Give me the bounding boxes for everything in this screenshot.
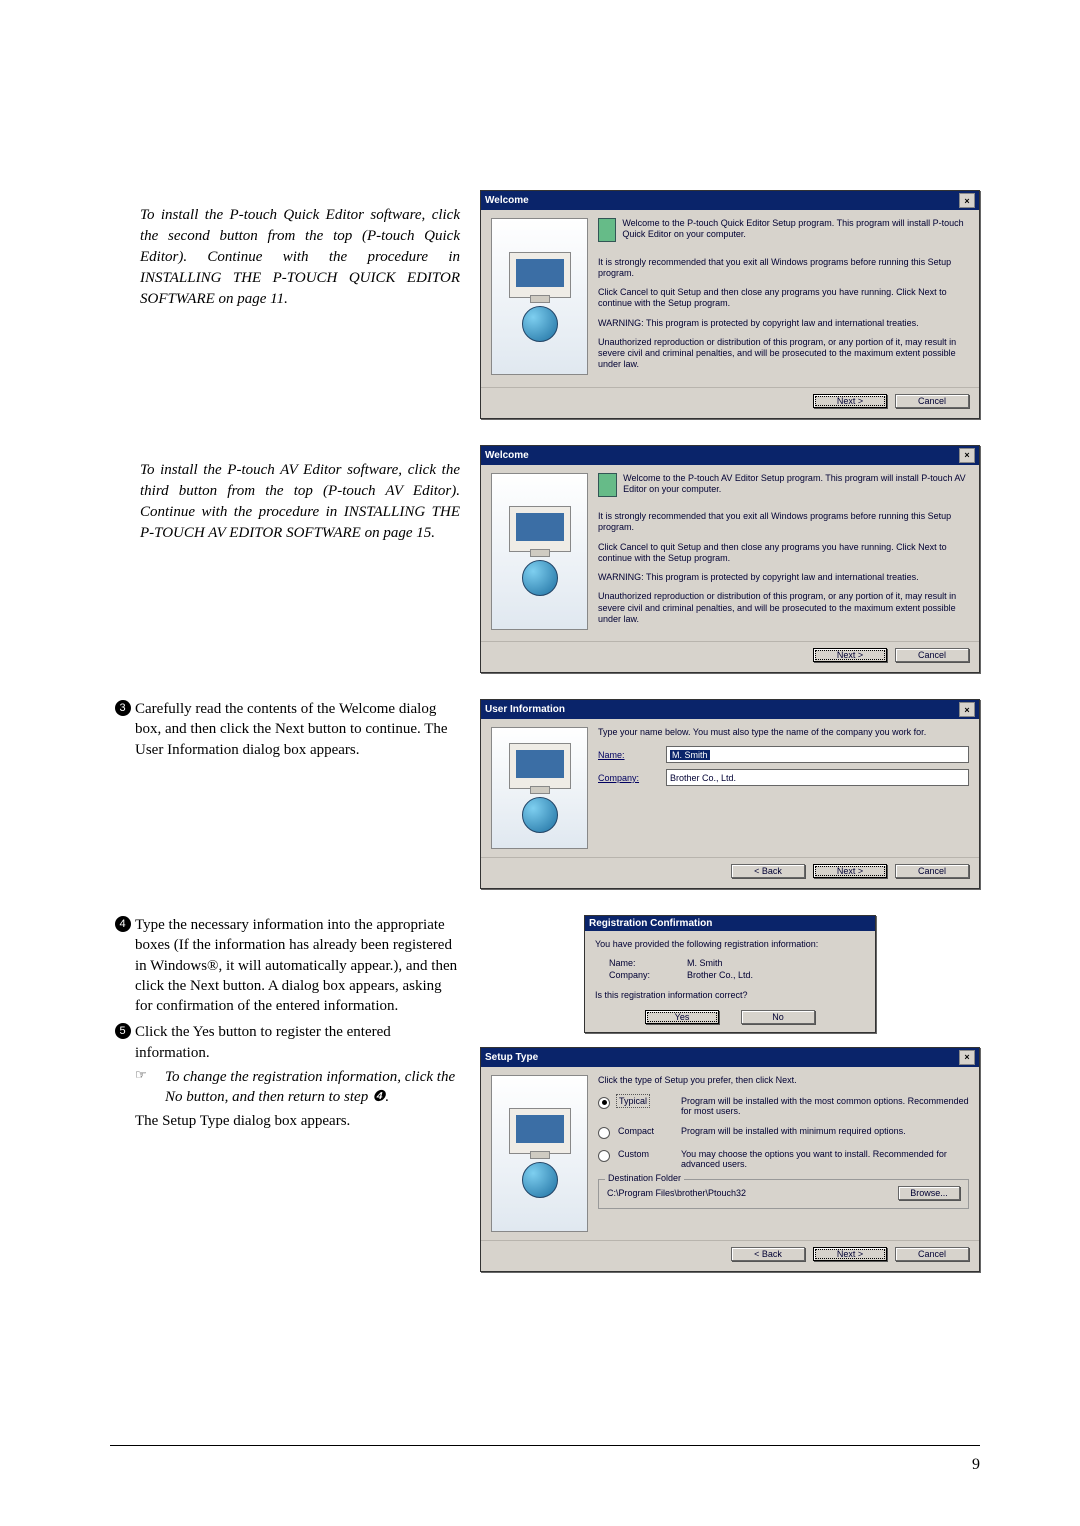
yes-button[interactable]: Yes xyxy=(645,1010,719,1024)
name-label: Name: xyxy=(598,750,658,760)
page-number: 9 xyxy=(972,1456,980,1474)
wizard-art xyxy=(491,727,588,849)
destination-folder-title: Destination Folder xyxy=(605,1173,684,1183)
close-icon[interactable]: × xyxy=(959,702,975,717)
destination-path: C:\Program Files\brother\Ptouch32 xyxy=(607,1188,746,1198)
radio-compact-desc: Program will be installed with minimum r… xyxy=(681,1126,969,1136)
radio-typical-label[interactable]: Typical xyxy=(618,1096,648,1106)
welcome-recommend: It is strongly recommended that you exit… xyxy=(598,511,969,534)
regconf-company-value: Brother Co., Ltd. xyxy=(687,970,753,980)
dialog-registration-confirmation: Registration Confirmation You have provi… xyxy=(584,915,876,1033)
step-3-text: Carefully read the contents of the Welco… xyxy=(135,699,460,760)
welcome-legal: Unauthorized reproduction or distributio… xyxy=(598,591,969,625)
welcome-cancel-hint: Click Cancel to quit Setup and then clos… xyxy=(598,542,969,565)
dialog-title: Welcome xyxy=(485,450,529,461)
no-button[interactable]: No xyxy=(741,1010,815,1024)
note-icon: ☞ xyxy=(135,1067,165,1108)
welcome-cancel-hint: Click Cancel to quit Setup and then clos… xyxy=(598,287,969,310)
radio-compact[interactable] xyxy=(598,1127,610,1139)
cancel-button[interactable]: Cancel xyxy=(895,1247,969,1261)
next-button[interactable]: Next > xyxy=(813,648,887,662)
radio-compact-label[interactable]: Compact xyxy=(618,1126,673,1136)
footer-rule xyxy=(110,1445,980,1446)
close-icon[interactable]: × xyxy=(959,1050,975,1065)
back-button[interactable]: < Back xyxy=(731,864,805,878)
welcome-warning: WARNING: This program is protected by co… xyxy=(598,572,969,583)
cancel-button[interactable]: Cancel xyxy=(895,394,969,408)
step-5-note: To change the registration information, … xyxy=(165,1067,460,1108)
regconf-name-label: Name: xyxy=(595,958,679,968)
dialog-title: User Information xyxy=(485,704,565,715)
setup-prompt: Click the type of Setup you prefer, then… xyxy=(598,1075,969,1086)
close-icon[interactable]: × xyxy=(959,448,975,463)
step-4-text: Type the necessary information into the … xyxy=(135,915,460,1016)
name-field[interactable]: M. Smith xyxy=(666,746,969,763)
regconf-question: Is this registration information correct… xyxy=(595,990,865,1001)
step-5-text: Click the Yes button to register the ent… xyxy=(135,1022,460,1063)
regconf-company-label: Company: xyxy=(595,970,679,980)
dialog-title: Registration Confirmation xyxy=(589,918,712,929)
welcome-recommend: It is strongly recommended that you exit… xyxy=(598,257,969,280)
regconf-line1: You have provided the following registra… xyxy=(595,939,865,950)
dialog-welcome-quick-editor: Welcome × Welcome to the P-touch Quick E… xyxy=(480,190,980,419)
next-button[interactable]: Next > xyxy=(813,864,887,878)
browse-button[interactable]: Browse... xyxy=(898,1186,960,1200)
regconf-name-value: M. Smith xyxy=(687,958,723,968)
next-button[interactable]: Next > xyxy=(813,394,887,408)
cancel-button[interactable]: Cancel xyxy=(895,864,969,878)
cancel-button[interactable]: Cancel xyxy=(895,648,969,662)
dialog-user-information: User Information × Type your name below.… xyxy=(480,699,980,889)
welcome-intro: Welcome to the P-touch AV Editor Setup p… xyxy=(623,473,969,496)
wizard-art xyxy=(491,473,588,630)
dialog-title: Setup Type xyxy=(485,1052,538,1063)
app-icon xyxy=(598,218,616,242)
destination-folder-group: Destination Folder C:\Program Files\brot… xyxy=(598,1179,969,1209)
radio-custom-label[interactable]: Custom xyxy=(618,1149,673,1159)
welcome-warning: WARNING: This program is protected by co… xyxy=(598,318,969,329)
radio-custom-desc: You may choose the options you want to i… xyxy=(681,1149,969,1169)
step-bullet-3: 3 xyxy=(110,699,135,717)
company-label: Company: xyxy=(598,773,658,783)
radio-typical[interactable] xyxy=(598,1097,610,1109)
company-field[interactable]: Brother Co., Ltd. xyxy=(666,769,969,786)
close-icon[interactable]: × xyxy=(959,193,975,208)
radio-custom[interactable] xyxy=(598,1150,610,1162)
welcome-intro: Welcome to the P-touch Quick Editor Setu… xyxy=(622,218,969,241)
step-5-after: The Setup Type dialog box appears. xyxy=(135,1111,460,1131)
step-bullet-4: 4 xyxy=(110,915,135,933)
wizard-art xyxy=(491,218,588,375)
av-editor-note: To install the P-touch AV Editor softwar… xyxy=(140,460,460,544)
dialog-welcome-av-editor: Welcome × Welcome to the P-touch AV Edit… xyxy=(480,445,980,674)
dialog-title: Welcome xyxy=(485,195,529,206)
quick-editor-note: To install the P-touch Quick Editor soft… xyxy=(140,205,460,310)
dialog-setup-type: Setup Type × Click the type of Setup you… xyxy=(480,1047,980,1272)
back-button[interactable]: < Back xyxy=(731,1247,805,1261)
userinfo-prompt: Type your name below. You must also type… xyxy=(598,727,969,738)
radio-typical-desc: Program will be installed with the most … xyxy=(681,1096,969,1116)
step-bullet-5: 5 xyxy=(110,1022,135,1040)
welcome-legal: Unauthorized reproduction or distributio… xyxy=(598,337,969,371)
next-button[interactable]: Next > xyxy=(813,1247,887,1261)
app-icon xyxy=(598,473,617,497)
wizard-art xyxy=(491,1075,588,1232)
